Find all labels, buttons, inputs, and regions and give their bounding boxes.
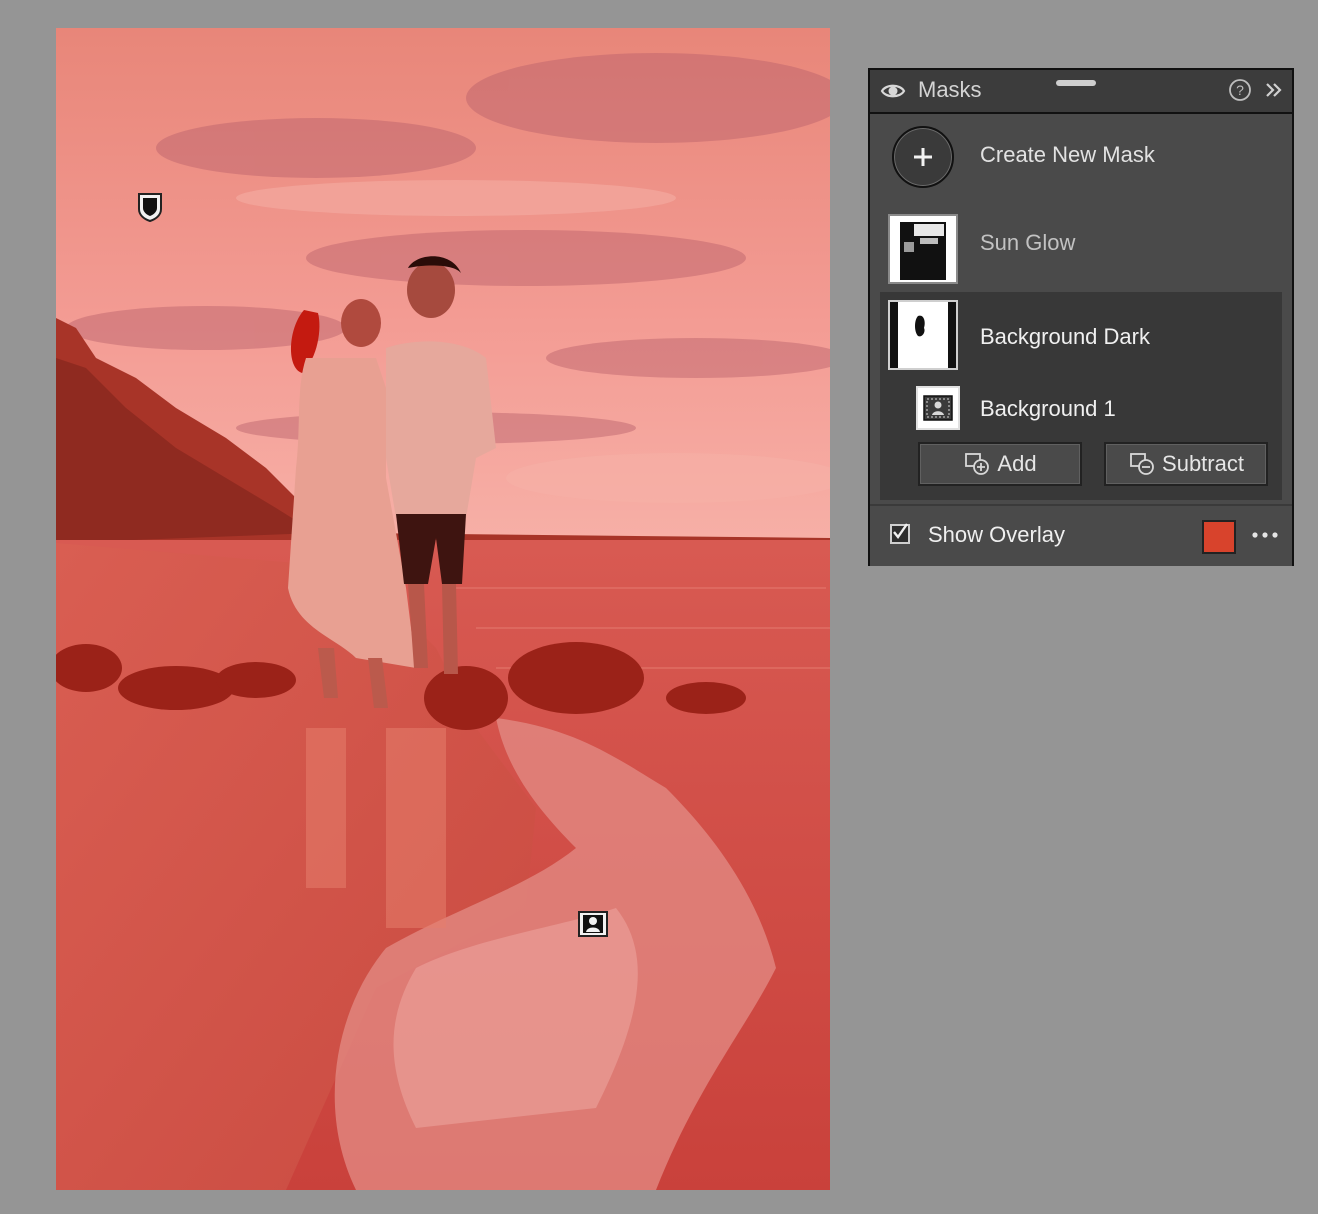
create-new-mask-button[interactable]: Create New Mask (870, 114, 1292, 206)
show-overlay-checkbox[interactable] (890, 523, 910, 544)
component-name: Background 1 (980, 396, 1116, 421)
add-mask-icon (965, 453, 990, 475)
mask-pin-person-icon[interactable] (577, 910, 609, 938)
visibility-eye-icon[interactable] (880, 80, 906, 102)
mask-component-background-1[interactable]: Background 1 (916, 384, 1256, 434)
mask-thumbnail (888, 214, 958, 284)
mask-thumbnail (888, 300, 958, 370)
help-icon[interactable]: ? (1228, 78, 1252, 102)
photo-canvas[interactable] (56, 28, 830, 1190)
more-options-icon[interactable] (1250, 528, 1280, 542)
subtract-label: Subtract (1162, 451, 1244, 476)
mask-item-sun-glow[interactable]: Sun Glow (880, 206, 1282, 292)
mask-item-background-dark[interactable]: Background Dark Background 1 Add Subtrac… (880, 292, 1282, 500)
portrait-icon (916, 386, 960, 430)
panel-header: Masks ? (870, 70, 1292, 114)
mask-name: Sun Glow (980, 230, 1076, 255)
svg-text:?: ? (1236, 82, 1244, 98)
overlay-footer: Show Overlay (870, 504, 1292, 566)
create-new-mask-label: Create New Mask (980, 142, 1155, 167)
masks-panel: Masks ? Create New Mask Sun Glow Backgro… (868, 68, 1294, 566)
overlay-color-swatch[interactable] (1202, 520, 1236, 554)
add-button[interactable]: Add (918, 442, 1082, 486)
show-overlay-label: Show Overlay (928, 522, 1065, 547)
panel-drag-handle[interactable] (1056, 80, 1096, 86)
subtract-mask-icon (1130, 453, 1154, 475)
subtract-button[interactable]: Subtract (1104, 442, 1268, 486)
checkmark-icon (893, 523, 908, 540)
plus-icon (892, 126, 954, 188)
collapse-panel-icon[interactable] (1262, 78, 1286, 102)
panel-title: Masks (918, 77, 982, 102)
add-label: Add (997, 451, 1037, 476)
mask-pin-shield-icon[interactable] (136, 191, 164, 223)
photo-image (56, 28, 830, 1190)
mask-name: Background Dark (980, 324, 1150, 349)
